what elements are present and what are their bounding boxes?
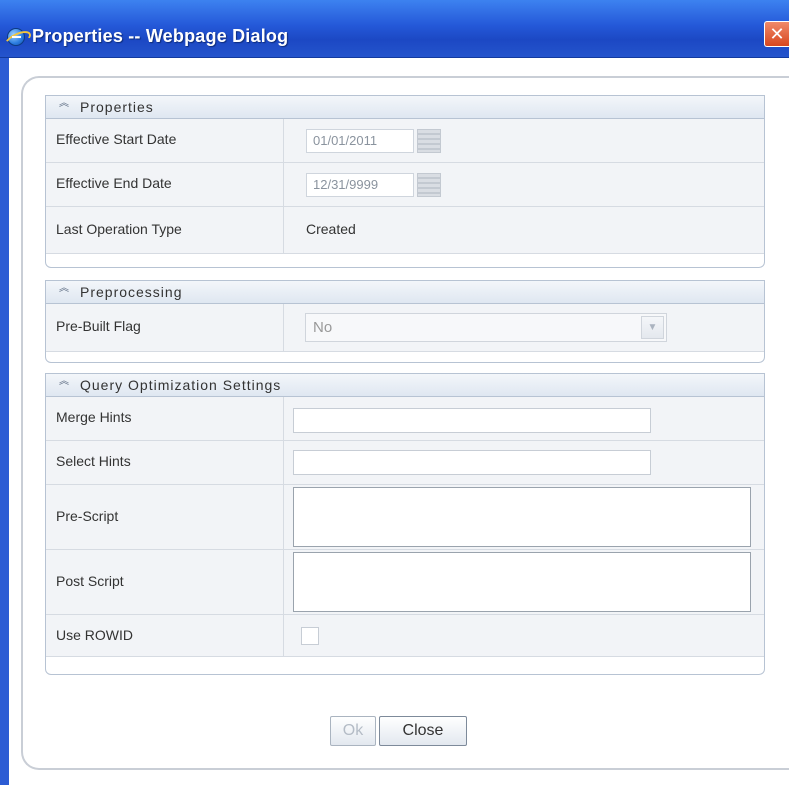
window-titlebar: Properties -- Webpage Dialog xyxy=(0,0,789,58)
row-divider xyxy=(283,163,284,206)
pre-built-flag-label: Pre-Built Flag xyxy=(56,318,141,334)
query-optimization-section-header[interactable]: ︽ Query Optimization Settings xyxy=(46,374,764,397)
query-optimization-section-title: Query Optimization Settings xyxy=(80,377,282,393)
use-rowid-row: Use ROWID xyxy=(46,615,764,657)
chevron-down-icon[interactable]: ▼ xyxy=(641,316,664,339)
post-script-row: Post Script xyxy=(46,550,764,615)
properties-section-title: Properties xyxy=(80,99,154,115)
collapse-icon[interactable]: ︽ xyxy=(58,99,70,114)
effective-start-date-row: Effective Start Date 01/01/2011 xyxy=(46,119,764,163)
window-frame xyxy=(0,58,9,785)
row-divider xyxy=(283,441,284,484)
pre-built-flag-value: No xyxy=(313,319,333,336)
ok-button[interactable]: Ok xyxy=(330,716,376,746)
preprocessing-section: ︽ Preprocessing Pre-Built Flag No ▼ xyxy=(45,280,765,363)
pre-built-flag-row: Pre-Built Flag No ▼ xyxy=(46,304,764,352)
use-rowid-label: Use ROWID xyxy=(56,627,133,643)
effective-start-date-label: Effective Start Date xyxy=(56,131,177,147)
window-close-button[interactable]: ✕ xyxy=(764,21,789,47)
calendar-icon[interactable] xyxy=(417,129,441,153)
pre-script-row: Pre-Script xyxy=(46,485,764,550)
preprocessing-section-header[interactable]: ︽ Preprocessing xyxy=(46,281,764,304)
effective-end-date-row: Effective End Date 12/31/9999 xyxy=(46,163,764,207)
preprocessing-section-title: Preprocessing xyxy=(80,284,183,300)
close-button[interactable]: Close xyxy=(379,716,467,746)
properties-section-header[interactable]: ︽ Properties xyxy=(46,96,764,119)
last-operation-type-row: Last Operation Type Created xyxy=(46,207,764,254)
last-operation-type-value: Created xyxy=(306,221,356,237)
post-script-label: Post Script xyxy=(56,573,124,589)
row-divider xyxy=(283,397,284,440)
row-divider xyxy=(283,550,284,614)
row-divider xyxy=(283,485,284,549)
effective-start-date-field[interactable]: 01/01/2011 xyxy=(306,129,414,153)
post-script-textarea[interactable] xyxy=(293,552,751,612)
effective-end-date-label: Effective End Date xyxy=(56,175,172,191)
select-hints-input[interactable] xyxy=(293,450,651,475)
select-hints-row: Select Hints xyxy=(46,441,764,485)
calendar-icon[interactable] xyxy=(417,173,441,197)
use-rowid-checkbox[interactable] xyxy=(301,627,319,645)
last-operation-type-label: Last Operation Type xyxy=(56,221,182,237)
select-hints-label: Select Hints xyxy=(56,453,131,469)
collapse-icon[interactable]: ︽ xyxy=(58,377,70,392)
pre-built-flag-dropdown[interactable]: No ▼ xyxy=(305,313,667,342)
properties-section: ︽ Properties Effective Start Date 01/01/… xyxy=(45,95,765,268)
effective-end-date-field[interactable]: 12/31/9999 xyxy=(306,173,414,197)
window-title: Properties -- Webpage Dialog xyxy=(32,26,289,46)
collapse-icon[interactable]: ︽ xyxy=(58,284,70,299)
merge-hints-input[interactable] xyxy=(293,408,651,433)
row-divider xyxy=(283,207,284,253)
row-divider xyxy=(283,615,284,656)
pre-script-label: Pre-Script xyxy=(56,508,119,524)
pre-script-textarea[interactable] xyxy=(293,487,751,547)
query-optimization-section: ︽ Query Optimization Settings Merge Hint… xyxy=(45,373,765,675)
internet-explorer-icon xyxy=(7,28,25,46)
row-divider xyxy=(283,304,284,351)
merge-hints-row: Merge Hints xyxy=(46,397,764,441)
merge-hints-label: Merge Hints xyxy=(56,409,132,425)
row-divider xyxy=(283,119,284,162)
